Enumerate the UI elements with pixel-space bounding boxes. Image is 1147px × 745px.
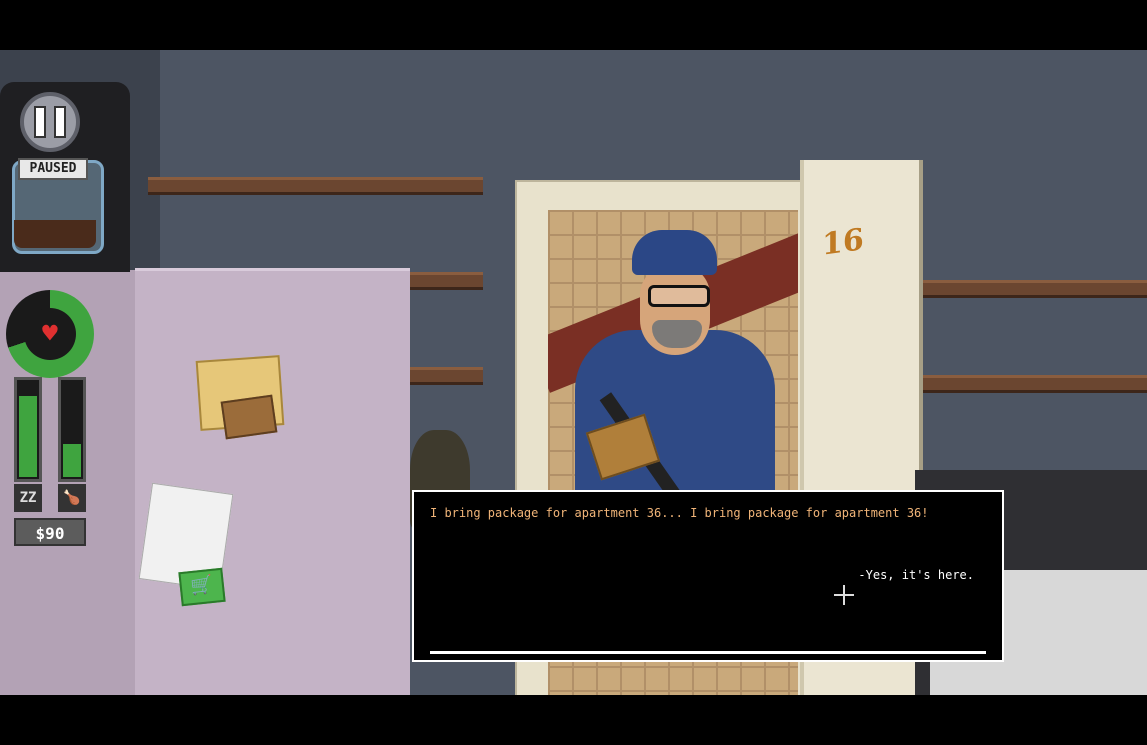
cart-glyph: 🛒 xyxy=(189,573,215,598)
drumstick-icon: 🍗 xyxy=(58,484,86,512)
mailman-glasses xyxy=(648,285,710,307)
pause-icon xyxy=(34,106,46,138)
dialog-underline xyxy=(430,651,986,654)
coffee-level xyxy=(14,220,96,248)
shelf-right-lower xyxy=(915,375,1147,393)
hunger-bar xyxy=(58,377,86,482)
mailman-cap xyxy=(632,230,717,275)
cursor-crosshair-icon xyxy=(834,585,854,605)
money-display: $90 xyxy=(14,518,86,546)
sleep-bar xyxy=(14,377,42,482)
shelf-right-top xyxy=(915,280,1147,298)
shelf-top xyxy=(148,177,483,195)
dialog-box: I bring package for apartment 36... I br… xyxy=(412,490,1004,662)
zzz-icon: ZZ xyxy=(14,484,42,512)
fridge[interactable] xyxy=(135,268,410,695)
heart-icon: ♥ xyxy=(24,308,76,360)
door-number: 16 xyxy=(822,222,864,263)
hunger-bar-fill xyxy=(63,443,81,477)
dialog-option-yes[interactable]: -Yes, it's here. xyxy=(858,568,974,582)
paused-label: PAUSED xyxy=(18,158,88,180)
sleep-bar-fill xyxy=(19,396,37,477)
dialog-line: I bring package for apartment 36... I br… xyxy=(430,506,929,520)
shelf-lower xyxy=(400,367,483,385)
pause-button[interactable] xyxy=(20,92,80,152)
fridge-photo[interactable] xyxy=(220,394,278,440)
cart-icon[interactable]: 🛒 xyxy=(178,567,226,607)
health-ring: ♥ xyxy=(6,290,94,378)
